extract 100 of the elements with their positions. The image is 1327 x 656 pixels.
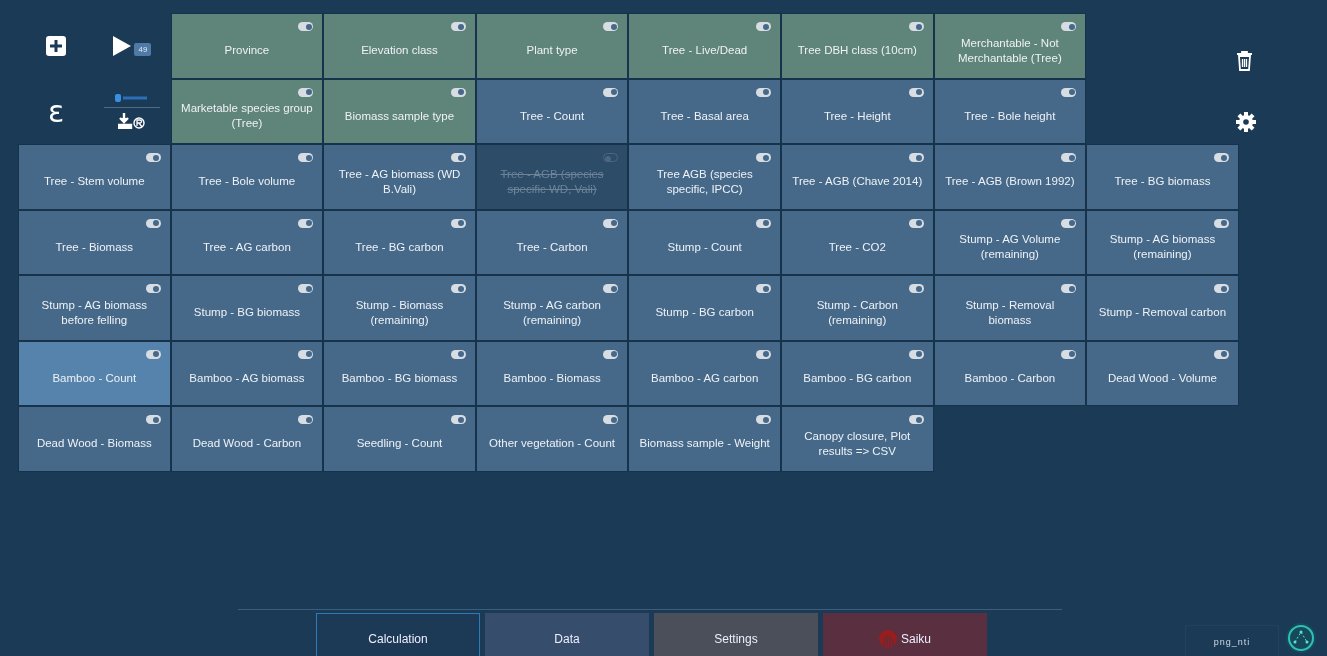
variable-card[interactable]: Tree - AGB (Chave 2014) xyxy=(781,145,933,209)
toggle-switch[interactable] xyxy=(450,153,466,162)
variable-card[interactable]: Bamboo - Carbon xyxy=(934,341,1086,405)
variable-card[interactable]: Tree - Biomass xyxy=(19,210,170,274)
toggle-switch[interactable] xyxy=(755,284,771,293)
toggle-switch[interactable] xyxy=(755,87,771,97)
variable-card[interactable]: Tree - Count xyxy=(476,79,628,143)
variable-card[interactable]: Stump - BG carbon xyxy=(629,276,780,340)
variable-card[interactable]: Bamboo - AG biomass xyxy=(171,341,323,405)
toggle-switch[interactable] xyxy=(908,284,924,293)
toggle-switch[interactable] xyxy=(1061,349,1077,359)
nav-tab[interactable]: Calculation xyxy=(316,613,480,656)
variable-card[interactable]: Tree - AGB (Brown 1992) xyxy=(934,145,1086,209)
variable-card[interactable]: Stump - AG biomass before felling xyxy=(19,276,170,340)
variable-card[interactable]: Tree - AG biomass (WD B.Vali) xyxy=(324,145,475,209)
toggle-switch[interactable] xyxy=(1061,153,1077,162)
variable-card[interactable]: Stump - Removal carbon xyxy=(1087,276,1238,340)
variable-card[interactable]: Biomass sample type xyxy=(324,79,475,143)
variable-card[interactable]: Tree - Carbon xyxy=(476,210,628,274)
toggle-switch[interactable] xyxy=(603,218,619,228)
toggle-switch[interactable] xyxy=(1061,218,1077,228)
variable-card[interactable]: Plant type xyxy=(476,14,628,78)
download-r-icon[interactable] xyxy=(118,112,147,129)
toggle-switch[interactable] xyxy=(1061,87,1077,97)
toggle-switch[interactable] xyxy=(450,284,466,293)
variable-card[interactable]: Bamboo - Count xyxy=(19,341,170,405)
toggle-switch[interactable] xyxy=(1061,22,1077,31)
toggle-switch[interactable] xyxy=(298,87,314,97)
nav-tab[interactable]: Settings xyxy=(654,613,818,656)
toggle-switch[interactable] xyxy=(603,87,619,97)
play-icon[interactable] xyxy=(113,35,132,56)
toggle-switch[interactable] xyxy=(145,153,161,162)
toggle-switch[interactable] xyxy=(603,415,619,424)
stats-icon[interactable] xyxy=(115,93,150,102)
toggle-switch[interactable] xyxy=(298,415,314,424)
variable-card[interactable]: Stump - AG Volume (remaining) xyxy=(934,210,1086,274)
variable-card[interactable]: Tree AGB (species specific, IPCC) xyxy=(629,145,780,209)
settings-icon[interactable] xyxy=(1236,112,1256,132)
toggle-switch[interactable] xyxy=(603,22,619,31)
variable-card[interactable]: Elevation class xyxy=(324,14,475,78)
variable-card[interactable]: Biomass sample - Weight xyxy=(629,407,780,471)
toggle-switch[interactable] xyxy=(145,415,161,424)
toggle-switch[interactable] xyxy=(298,153,314,162)
toggle-switch[interactable] xyxy=(450,349,466,359)
variable-card[interactable]: Stump - Removal biomass xyxy=(934,276,1086,340)
toggle-switch[interactable] xyxy=(603,349,619,359)
toggle-switch[interactable] xyxy=(755,349,771,359)
variable-card[interactable]: Tree - BG carbon xyxy=(324,210,475,274)
toggle-switch[interactable] xyxy=(1213,284,1229,293)
toggle-switch[interactable] xyxy=(298,218,314,228)
variable-card[interactable]: Seedling - Count xyxy=(324,407,475,471)
toggle-switch[interactable] xyxy=(908,415,924,424)
toggle-switch[interactable] xyxy=(908,22,924,31)
nav-tab[interactable]: Saiku xyxy=(823,613,987,656)
add-icon[interactable] xyxy=(46,35,67,56)
network-icon[interactable] xyxy=(1285,622,1317,654)
toggle-switch[interactable] xyxy=(1213,153,1229,162)
toggle-switch[interactable] xyxy=(755,415,771,424)
variable-card[interactable]: Tree - Height xyxy=(781,79,933,143)
variable-card[interactable]: Tree - BG biomass xyxy=(1087,145,1238,209)
variable-card[interactable]: Bamboo - BG carbon xyxy=(781,341,933,405)
toggle-switch[interactable] xyxy=(298,349,314,359)
variable-card[interactable]: Bamboo - Biomass xyxy=(476,341,628,405)
variable-card[interactable]: Tree - Bole volume xyxy=(171,145,323,209)
toggle-switch[interactable] xyxy=(1213,349,1229,359)
variable-card[interactable]: Stump - BG biomass xyxy=(171,276,323,340)
variable-card[interactable]: Tree - Bole height xyxy=(934,79,1086,143)
variable-card[interactable]: Stump - Count xyxy=(629,210,780,274)
variable-card[interactable]: Stump - AG biomass (remaining) xyxy=(1087,210,1238,274)
toggle-switch[interactable] xyxy=(755,218,771,228)
toggle-switch[interactable] xyxy=(908,218,924,228)
variable-card[interactable]: Dead Wood - Biomass xyxy=(19,407,170,471)
variable-card[interactable]: Tree - AG carbon xyxy=(171,210,323,274)
toggle-switch[interactable] xyxy=(1213,218,1229,228)
toggle-switch[interactable] xyxy=(908,349,924,359)
variable-card[interactable]: Dead Wood - Carbon xyxy=(171,407,323,471)
variable-card[interactable]: Canopy closure, Plot results => CSV xyxy=(781,407,933,471)
variable-card[interactable]: Bamboo - AG carbon xyxy=(629,341,780,405)
variable-card[interactable]: Tree DBH class (10cm) xyxy=(781,14,933,78)
toggle-switch[interactable] xyxy=(755,153,771,162)
toggle-switch[interactable] xyxy=(145,284,161,293)
trash-icon[interactable] xyxy=(1236,51,1253,71)
toggle-switch[interactable] xyxy=(145,349,161,359)
variable-card[interactable]: Bamboo - BG biomass xyxy=(324,341,475,405)
toggle-switch[interactable] xyxy=(145,218,161,228)
toggle-switch[interactable] xyxy=(450,22,466,31)
variable-card[interactable]: Marketable species group (Tree) xyxy=(171,79,323,143)
variable-card[interactable]: Other vegetation - Count xyxy=(476,407,628,471)
variable-card[interactable]: Stump - Biomass (remaining) xyxy=(324,276,475,340)
toggle-switch[interactable] xyxy=(450,218,466,228)
variable-card[interactable]: Stump - AG carbon (remaining) xyxy=(476,276,628,340)
variable-card[interactable]: Merchantable - Not Merchantable (Tree) xyxy=(934,14,1086,78)
toggle-switch[interactable] xyxy=(298,22,314,31)
toggle-switch[interactable] xyxy=(908,87,924,97)
toggle-switch[interactable] xyxy=(450,415,466,424)
nav-tab[interactable]: Data xyxy=(485,613,649,656)
toggle-switch[interactable] xyxy=(1061,284,1077,293)
toggle-switch[interactable] xyxy=(603,284,619,293)
toggle-switch[interactable] xyxy=(755,22,771,31)
variable-card[interactable]: Dead Wood - Volume xyxy=(1087,341,1238,405)
